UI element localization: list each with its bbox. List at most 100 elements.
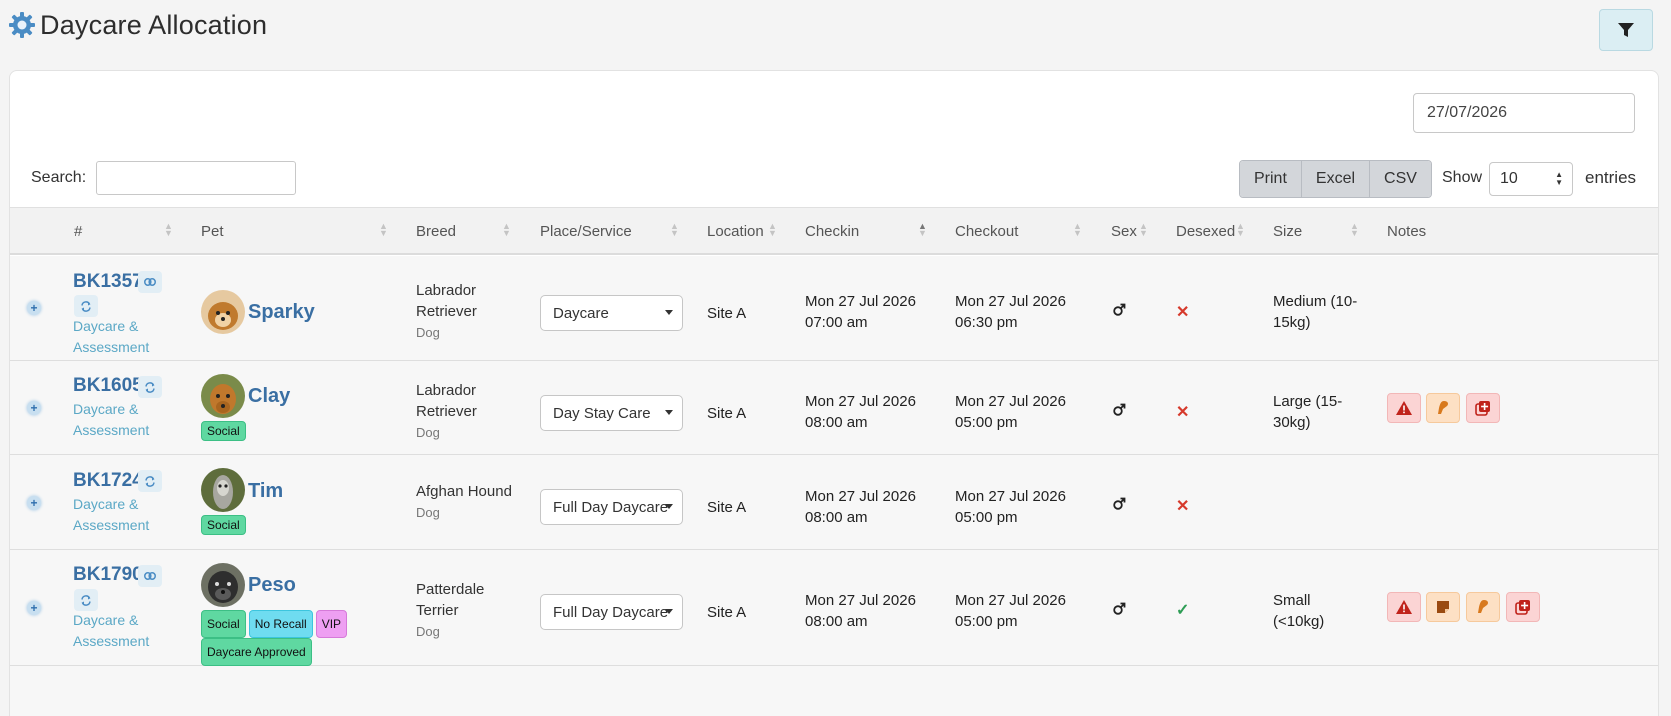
place-service-select[interactable]: Full Day Daycare: [540, 594, 683, 630]
filter-button[interactable]: [1599, 9, 1653, 51]
tag-social: Social: [201, 610, 246, 638]
medical-icon[interactable]: [1466, 393, 1500, 423]
place-service-select[interactable]: Daycare: [540, 295, 683, 331]
print-button[interactable]: Print: [1240, 161, 1302, 197]
breed-cell: Patterdale Terrier Dog: [416, 581, 485, 639]
booking-link[interactable]: BK1605: [73, 375, 143, 397]
show-label: Show: [1442, 169, 1483, 186]
page-title: Daycare Allocation: [40, 9, 268, 40]
excel-button[interactable]: Excel: [1301, 161, 1371, 197]
tag-daycare-approved: Daycare Approved: [201, 638, 312, 666]
col-header-notes: Notes: [1387, 223, 1427, 240]
service-link[interactable]: Daycare & Assessment: [73, 316, 149, 358]
sort-icon: ▲ ▼: [768, 221, 777, 238]
table-header: # ▲ ▼ Pet ▲ ▼ Breed ▲ ▼ Place/Service ▲ ▼ Lo…: [10, 207, 1658, 255]
checkout-cell: Mon 27 Jul 2026 06:30 pm: [955, 293, 1066, 331]
pet-name-link[interactable]: Clay: [248, 385, 290, 408]
place-service-select[interactable]: Day Stay Care: [540, 395, 683, 431]
search-label: Search:: [31, 169, 87, 186]
location-cell: Site A: [707, 305, 747, 322]
service-link[interactable]: Daycare & Assessment: [73, 399, 149, 441]
col-header-checkin[interactable]: Checkin: [805, 223, 859, 240]
sticky-note-icon[interactable]: [1426, 592, 1460, 622]
filter-icon: [1618, 23, 1634, 37]
gear-icon: [9, 12, 35, 38]
expand-row-button[interactable]: +: [27, 301, 41, 315]
expand-row-button[interactable]: +: [27, 496, 41, 510]
recurring-icon[interactable]: [138, 470, 162, 492]
male-icon: [1113, 602, 1126, 615]
entries-label: entries: [1585, 168, 1637, 187]
caret-down-icon: [665, 609, 673, 614]
col-header-size[interactable]: Size: [1273, 223, 1302, 240]
pet-avatar[interactable]: [201, 290, 245, 334]
checkin-cell: Mon 27 Jul 2026 07:00 am: [805, 293, 916, 331]
sort-icon: ▲ ▼: [164, 221, 173, 238]
expand-row-button[interactable]: +: [27, 401, 41, 415]
col-header-checkout[interactable]: Checkout: [955, 223, 1018, 240]
booking-link[interactable]: BK1357: [73, 271, 143, 293]
not-desexed-icon: ✕: [1176, 498, 1190, 515]
pet-tags: Social: [201, 515, 249, 535]
booking-link[interactable]: BK1790: [73, 564, 143, 586]
warning-icon[interactable]: [1387, 592, 1421, 622]
location-cell: Site A: [707, 604, 747, 621]
expand-row-button[interactable]: +: [27, 601, 41, 615]
sort-icon: ▲ ▼: [502, 221, 511, 238]
table-row: [10, 666, 1658, 716]
pet-name-link[interactable]: Tim: [248, 480, 283, 503]
table-row: + BK1724 Daycare & Assessment Tim Social…: [10, 455, 1658, 550]
size-cell: Large (15- 30kg): [1273, 393, 1343, 431]
checkout-cell: Mon 27 Jul 2026 05:00 pm: [955, 488, 1066, 526]
tag-vip: VIP: [315, 610, 348, 638]
desexed-check-icon: ✓: [1176, 602, 1190, 619]
place-service-select[interactable]: Full Day Daycare: [540, 489, 683, 525]
export-buttons: Print Excel CSV: [1239, 160, 1432, 198]
col-header-sex[interactable]: Sex: [1111, 223, 1137, 240]
sort-icon: ▲ ▼: [670, 221, 679, 238]
table-row: + BK1605 Daycare & Assessment Clay Socia…: [10, 361, 1658, 455]
booking-link[interactable]: BK1724: [73, 470, 143, 492]
col-header-place-service[interactable]: Place/Service: [540, 223, 632, 240]
location-cell: Site A: [707, 405, 747, 422]
warning-icon[interactable]: [1387, 393, 1421, 423]
dog-leg-icon[interactable]: [1426, 393, 1460, 423]
col-header-location[interactable]: Location: [707, 223, 764, 240]
caret-down-icon: [665, 504, 673, 509]
col-header-breed[interactable]: Breed: [416, 223, 456, 240]
sort-icon: ▲ ▼: [379, 221, 388, 238]
recurring-icon[interactable]: [74, 589, 98, 611]
medical-icon[interactable]: [1506, 592, 1540, 622]
caret-down-icon: [665, 310, 673, 315]
not-desexed-icon: ✕: [1176, 304, 1190, 321]
recurring-icon[interactable]: [138, 376, 162, 398]
tag-no-recall: No Recall: [248, 610, 313, 638]
checkin-cell: Mon 27 Jul 2026 08:00 am: [805, 488, 916, 526]
sort-icon: ▲ ▼: [1073, 221, 1082, 238]
link-icon[interactable]: [138, 271, 162, 293]
col-header-pet[interactable]: Pet: [201, 223, 224, 240]
csv-button[interactable]: CSV: [1370, 161, 1431, 197]
search-input[interactable]: [96, 161, 296, 195]
date-picker[interactable]: 27/07/2026: [1413, 93, 1635, 133]
page-size-value: 10: [1500, 170, 1518, 187]
pet-name-link[interactable]: Sparky: [248, 301, 315, 324]
sort-icon: ▲ ▼: [1236, 221, 1245, 238]
sort-icon: ▲ ▼: [1350, 221, 1359, 238]
sort-asc-icon: ▲ ▼: [918, 221, 927, 238]
col-header-desexed[interactable]: Desexed: [1176, 223, 1235, 240]
breed-cell: Afghan Hound Dog: [416, 483, 512, 520]
pet-avatar[interactable]: [201, 468, 245, 512]
service-link[interactable]: Daycare & Assessment: [73, 610, 149, 652]
location-cell: Site A: [707, 499, 747, 516]
col-header-number[interactable]: #: [74, 223, 82, 240]
recurring-icon[interactable]: [74, 295, 98, 317]
pet-name-link[interactable]: Peso: [248, 574, 296, 597]
link-icon[interactable]: [138, 565, 162, 587]
pet-avatar[interactable]: [201, 563, 245, 607]
pet-avatar[interactable]: [201, 374, 245, 418]
dog-leg-icon[interactable]: [1466, 592, 1500, 622]
date-value: 27/07/2026: [1427, 104, 1508, 121]
service-link[interactable]: Daycare & Assessment: [73, 494, 149, 536]
page-size-select[interactable]: 10 ▲ ▼: [1489, 162, 1573, 196]
